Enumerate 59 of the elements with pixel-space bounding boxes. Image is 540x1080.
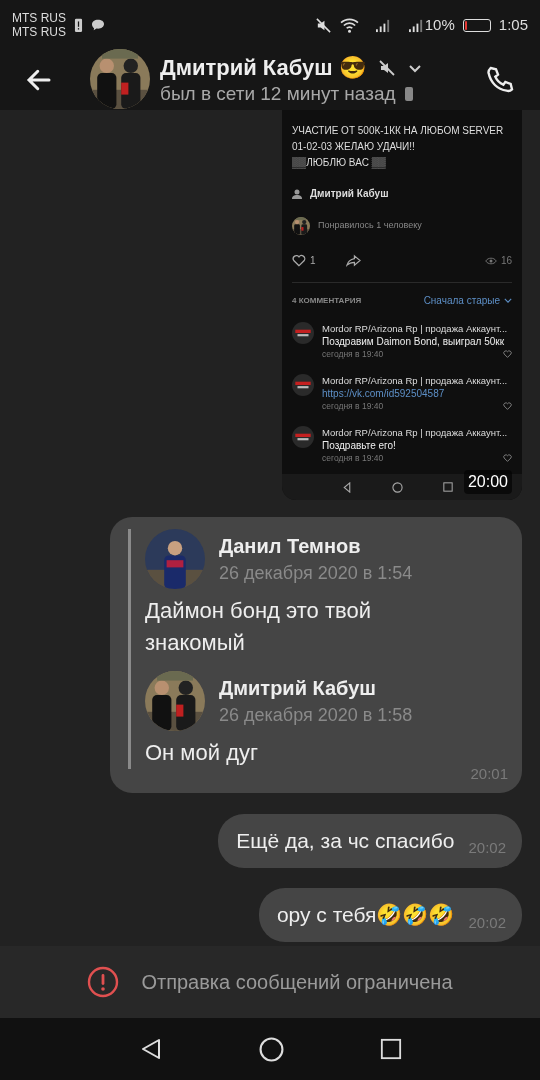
post-text: УЧАСТИЕ ОТ 500К-1КК НА ЛЮБОМ SERVER	[292, 124, 505, 138]
forward-date: 26 декабря 2020 в 1:58	[219, 703, 413, 727]
wifi-icon	[339, 17, 359, 33]
chevron-down-icon[interactable]	[504, 298, 512, 303]
carrier-name: MTS RUS	[12, 25, 66, 39]
message-icon	[91, 19, 105, 31]
battery-percent: 10%	[424, 14, 455, 35]
comment-link[interactable]: https://vk.com/id592504587	[322, 387, 512, 400]
post-author: Дмитрий Кабуш	[310, 187, 389, 201]
post-text: ▒▒ЛЮБЛЮ ВАС ▒▒	[292, 156, 387, 170]
share-icon[interactable]	[345, 254, 361, 267]
eye-icon	[484, 256, 497, 265]
home-icon[interactable]	[392, 481, 403, 493]
heart-icon[interactable]	[503, 402, 512, 410]
contact-name[interactable]: Дмитрий Кабуш 😎	[160, 54, 366, 82]
mute-icon	[377, 59, 396, 77]
forward-date: 26 декабря 2020 в 1:54	[219, 561, 413, 585]
post-text: 01-02-03 ЖЕЛАЮ УДАЧИ!!	[292, 140, 416, 154]
restriction-notice: Отправка сообщений ограничена	[141, 970, 453, 995]
last-seen-status: был в сети 12 минут назад	[160, 82, 396, 106]
clock-time: 1:05	[498, 14, 528, 35]
group-avatar-icon	[292, 426, 314, 448]
mute-icon	[314, 16, 332, 34]
warning-icon	[87, 966, 120, 998]
likes-summary: Понравилось 1 человеку	[318, 219, 422, 233]
comment-author[interactable]: Mordor RP/Arizona Rp | продажа Аккаунт...	[322, 322, 512, 335]
message-text: Даймон бонд это твой знакомый	[145, 596, 372, 657]
heart-icon[interactable]	[503, 454, 512, 462]
sort-link[interactable]: Сначала старые	[423, 293, 500, 308]
comment-author[interactable]: Mordor RP/Arizona Rp | продажа Аккаунт...	[322, 426, 512, 439]
comment-text: Поздравьте его!	[322, 439, 397, 452]
like-count: 1	[310, 254, 316, 268]
group-avatar-icon	[292, 322, 314, 344]
heart-icon[interactable]	[503, 350, 512, 358]
shared-screenshot[interactable]	[282, 110, 522, 500]
phone-device-icon	[403, 86, 414, 102]
battery-icon	[462, 18, 491, 32]
carrier-name: MTS RUS	[12, 11, 66, 25]
sender-name[interactable]: Данил Темнов	[219, 531, 413, 560]
comment-text: Поздравим Daimon Bond, выиграл 50кк	[322, 335, 505, 348]
group-avatar-icon	[292, 374, 314, 396]
comment-time: сегодня в 19:40	[322, 348, 384, 360]
view-count: 16	[500, 254, 512, 268]
battery-alert-icon	[74, 17, 83, 33]
chevron-down-icon[interactable]	[407, 63, 422, 73]
message-text: Он мой дуг	[145, 738, 259, 767]
message-text: ору с тебя🤣🤣🤣	[276, 902, 455, 929]
person-icon	[292, 188, 302, 199]
sender-name[interactable]: Дмитрий Кабуш	[219, 673, 413, 702]
message-time: 20:00	[463, 470, 512, 494]
comment-time: сегодня в 19:40	[322, 400, 384, 412]
comment-time: сегодня в 19:40	[322, 452, 384, 464]
message-text: Ещё да, за чс спасибо	[236, 827, 455, 854]
comments-count: 4 КОММЕНТАРИЯ	[292, 294, 362, 307]
comment-author[interactable]: Mordor RP/Arizona Rp | продажа Аккаунт...	[322, 374, 512, 387]
back-icon[interactable]	[342, 481, 352, 493]
heart-icon[interactable]	[292, 254, 306, 267]
signal-icon	[374, 17, 392, 33]
signal-icon	[407, 17, 425, 33]
